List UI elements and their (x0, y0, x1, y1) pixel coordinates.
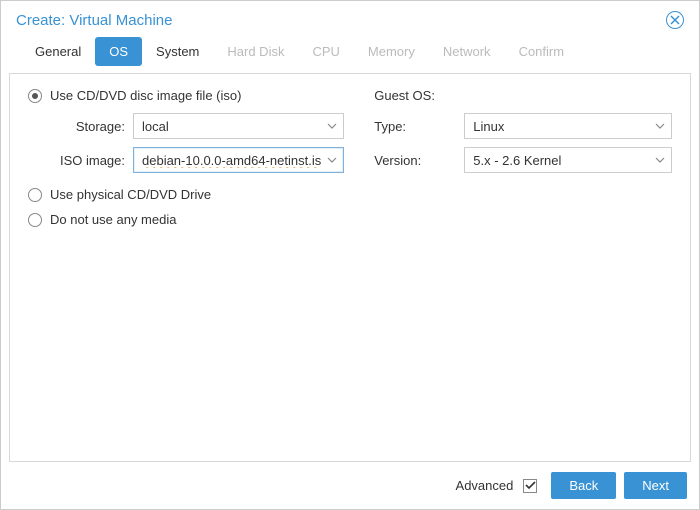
iso-row: ISO image: debian-10.0.0-amd64-netinst.i… (28, 147, 344, 173)
tab-cpu: CPU (298, 37, 353, 66)
iso-combo[interactable]: debian-10.0.0-amd64-netinst.is (133, 147, 344, 173)
radio-row-none[interactable]: Do not use any media (28, 212, 344, 227)
radio-iso[interactable] (28, 89, 42, 103)
chevron-down-icon (655, 155, 665, 165)
type-row: Type: Linux (374, 113, 672, 139)
version-value: 5.x - 2.6 Kernel (473, 153, 649, 168)
footer: Advanced Back Next (1, 462, 699, 509)
type-combo[interactable]: Linux (464, 113, 672, 139)
check-icon (525, 480, 536, 491)
storage-row: Storage: local (28, 113, 344, 139)
chevron-down-icon (655, 121, 665, 131)
radio-physical-label: Use physical CD/DVD Drive (50, 187, 211, 202)
right-column: Guest OS: Type: Linux Version: 5.x - 2.6… (374, 88, 672, 447)
chevron-down-icon (327, 121, 337, 131)
iso-label: ISO image: (28, 153, 133, 168)
storage-label: Storage: (28, 119, 133, 134)
radio-iso-label: Use CD/DVD disc image file (iso) (50, 88, 241, 103)
tab-memory: Memory (354, 37, 429, 66)
content-panel: Use CD/DVD disc image file (iso) Storage… (9, 73, 691, 462)
guest-os-header: Guest OS: (374, 88, 672, 103)
tab-system[interactable]: System (142, 37, 213, 66)
radio-row-iso[interactable]: Use CD/DVD disc image file (iso) (28, 88, 344, 103)
tab-os[interactable]: OS (95, 37, 142, 66)
close-button[interactable] (666, 11, 684, 29)
type-value: Linux (473, 119, 649, 134)
radio-none[interactable] (28, 213, 42, 227)
type-label: Type: (374, 119, 464, 134)
chevron-down-icon (327, 155, 337, 165)
tab-general[interactable]: General (21, 37, 95, 66)
tab-harddisk: Hard Disk (213, 37, 298, 66)
version-row: Version: 5.x - 2.6 Kernel (374, 147, 672, 173)
left-column: Use CD/DVD disc image file (iso) Storage… (28, 88, 344, 447)
back-button[interactable]: Back (551, 472, 616, 499)
advanced-checkbox[interactable] (523, 479, 537, 493)
version-label: Version: (374, 153, 464, 168)
storage-combo[interactable]: local (133, 113, 344, 139)
radio-row-physical[interactable]: Use physical CD/DVD Drive (28, 187, 344, 202)
storage-value: local (142, 119, 321, 134)
radio-none-label: Do not use any media (50, 212, 176, 227)
close-icon (670, 15, 680, 25)
tab-confirm: Confirm (505, 37, 579, 66)
advanced-label: Advanced (456, 478, 514, 493)
version-combo[interactable]: 5.x - 2.6 Kernel (464, 147, 672, 173)
radio-physical[interactable] (28, 188, 42, 202)
create-vm-dialog: Create: Virtual Machine General OS Syste… (0, 0, 700, 510)
wizard-tabs: General OS System Hard Disk CPU Memory N… (1, 37, 699, 67)
titlebar: Create: Virtual Machine (1, 1, 699, 37)
tab-network: Network (429, 37, 505, 66)
dialog-title: Create: Virtual Machine (16, 12, 172, 29)
iso-value: debian-10.0.0-amd64-netinst.is (142, 153, 321, 168)
next-button[interactable]: Next (624, 472, 687, 499)
